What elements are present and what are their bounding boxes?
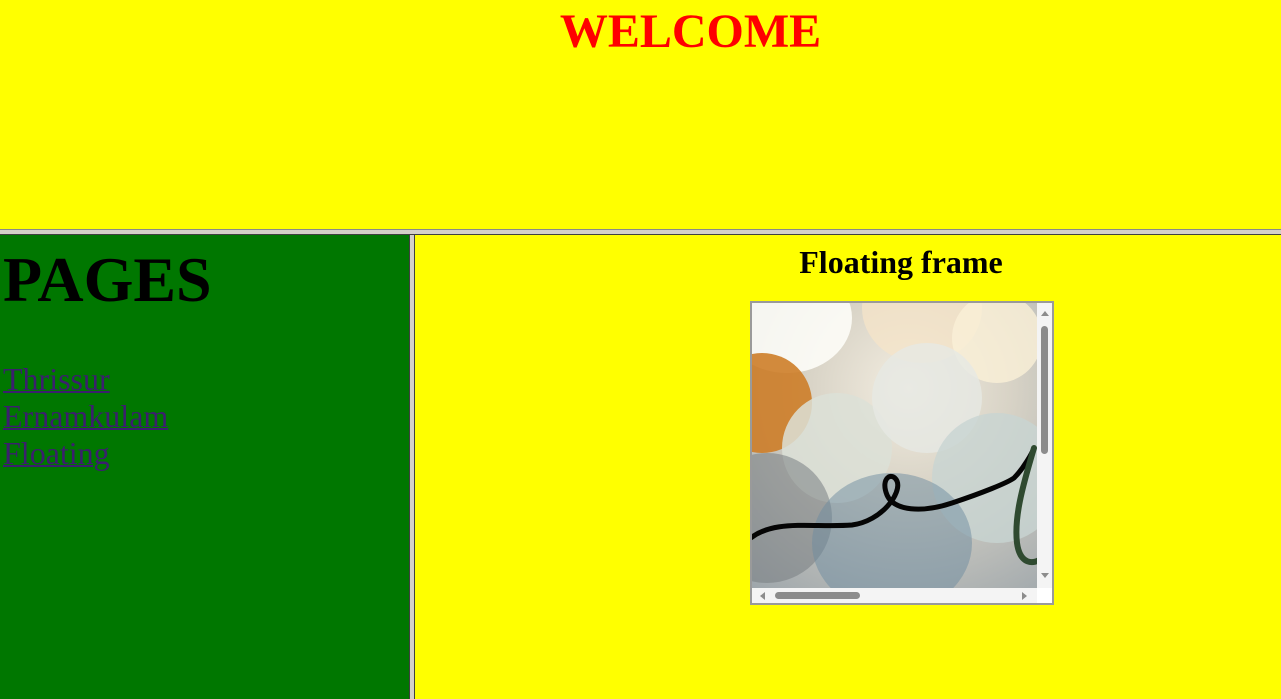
bokeh-image: [752, 303, 1037, 588]
script-stroke: [752, 445, 1037, 566]
page-links-list: Thrissur Ernamkulam Floating: [3, 361, 168, 472]
main-frame: Floating frame: [415, 235, 1281, 699]
floating-frame-heading: Floating frame: [799, 244, 1003, 280]
welcome-heading: WELCOME: [559, 5, 822, 58]
scroll-up-icon[interactable]: [1041, 311, 1049, 316]
top-frame: WELCOME: [0, 0, 1281, 229]
sidebar-frame: PAGES Thrissur Ernamkulam Floating: [0, 235, 409, 699]
floating-iframe[interactable]: [750, 301, 1054, 605]
scrollbar-vertical-thumb[interactable]: [1041, 326, 1048, 454]
pages-heading: PAGES: [3, 244, 212, 315]
link-thrissur[interactable]: Thrissur: [3, 361, 168, 398]
scroll-right-icon[interactable]: [1022, 592, 1027, 600]
scroll-left-icon[interactable]: [760, 592, 765, 600]
link-ernamkulam[interactable]: Ernamkulam: [3, 398, 168, 435]
link-floating[interactable]: Floating: [3, 435, 168, 472]
scroll-down-icon[interactable]: [1041, 573, 1049, 578]
scrollbar-horizontal-thumb[interactable]: [775, 592, 860, 599]
scrollbar-corner: [1037, 588, 1052, 603]
scrollbar-vertical[interactable]: [1037, 303, 1052, 588]
scrollbar-horizontal[interactable]: [752, 588, 1037, 603]
